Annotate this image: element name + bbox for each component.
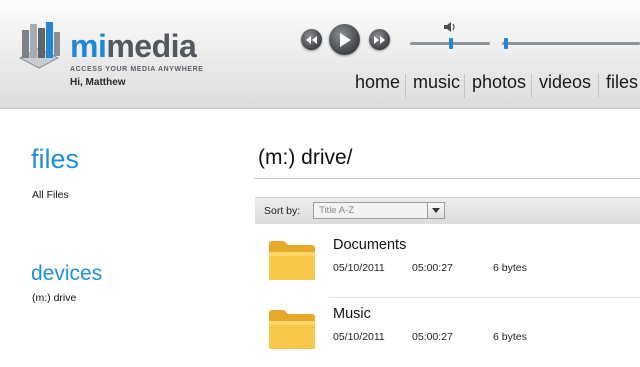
nav-photos[interactable]: photos [472, 72, 526, 93]
nav-files[interactable]: files [606, 72, 638, 93]
chevron-down-icon[interactable] [427, 203, 444, 218]
main-nav: home music photos videos files [0, 72, 640, 100]
nav-music[interactable]: music [413, 72, 460, 93]
file-date: 05/10/2011 [333, 262, 385, 274]
brand-name-part1: mi [70, 28, 107, 64]
file-date: 05/10/2011 [333, 331, 385, 343]
nav-divider [464, 74, 465, 98]
list-item[interactable]: Music 05/10/2011 05:00:27 6 bytes [255, 303, 640, 367]
file-size: 6 bytes [493, 331, 527, 343]
volume-slider-handle[interactable] [449, 38, 453, 49]
nav-videos[interactable]: videos [539, 72, 591, 93]
fast-forward-button[interactable] [369, 29, 390, 50]
rewind-icon [306, 35, 317, 44]
sort-select-value: Title A-Z [319, 205, 355, 216]
header: mimedia ACCESS YOUR MEDIA ANYWHERE Hi, M… [0, 0, 640, 109]
sidebar-item-all-files[interactable]: All Files [32, 189, 69, 201]
file-name: Music [333, 306, 371, 322]
folder-icon [269, 310, 315, 349]
speaker-icon [444, 22, 455, 32]
file-time: 05:00:27 [412, 331, 453, 343]
sort-bar: Sort by: Title A-Z [255, 197, 640, 224]
brand-name: mimedia [70, 28, 197, 64]
seek-slider-handle[interactable] [504, 38, 508, 49]
nav-home[interactable]: home [355, 72, 400, 93]
brand-name-part2: media [106, 28, 197, 64]
file-name: Documents [333, 237, 407, 253]
nav-divider [598, 74, 599, 98]
row-divider [330, 297, 640, 298]
list-item[interactable]: Documents 05/10/2011 05:00:27 6 bytes [255, 234, 640, 298]
file-size: 6 bytes [493, 262, 527, 274]
title-divider [254, 178, 640, 179]
sidebar-item-m-drive[interactable]: (m:) drive [32, 292, 76, 304]
folder-icon [269, 241, 315, 280]
page-title: (m:) drive/ [258, 146, 353, 169]
logo-icon [18, 22, 60, 69]
nav-divider [405, 74, 406, 98]
play-icon [339, 32, 351, 47]
sidebar-files-title: files [31, 144, 80, 174]
file-time: 05:00:27 [412, 262, 453, 274]
sort-label: Sort by: [264, 205, 301, 217]
seek-slider-track[interactable] [502, 42, 640, 45]
sort-select[interactable]: Title A-Z [313, 202, 445, 219]
sidebar-devices-title: devices [31, 262, 103, 285]
nav-divider [531, 74, 532, 98]
rewind-button[interactable] [301, 29, 322, 50]
play-button[interactable] [329, 24, 360, 55]
fast-forward-icon [374, 35, 385, 44]
